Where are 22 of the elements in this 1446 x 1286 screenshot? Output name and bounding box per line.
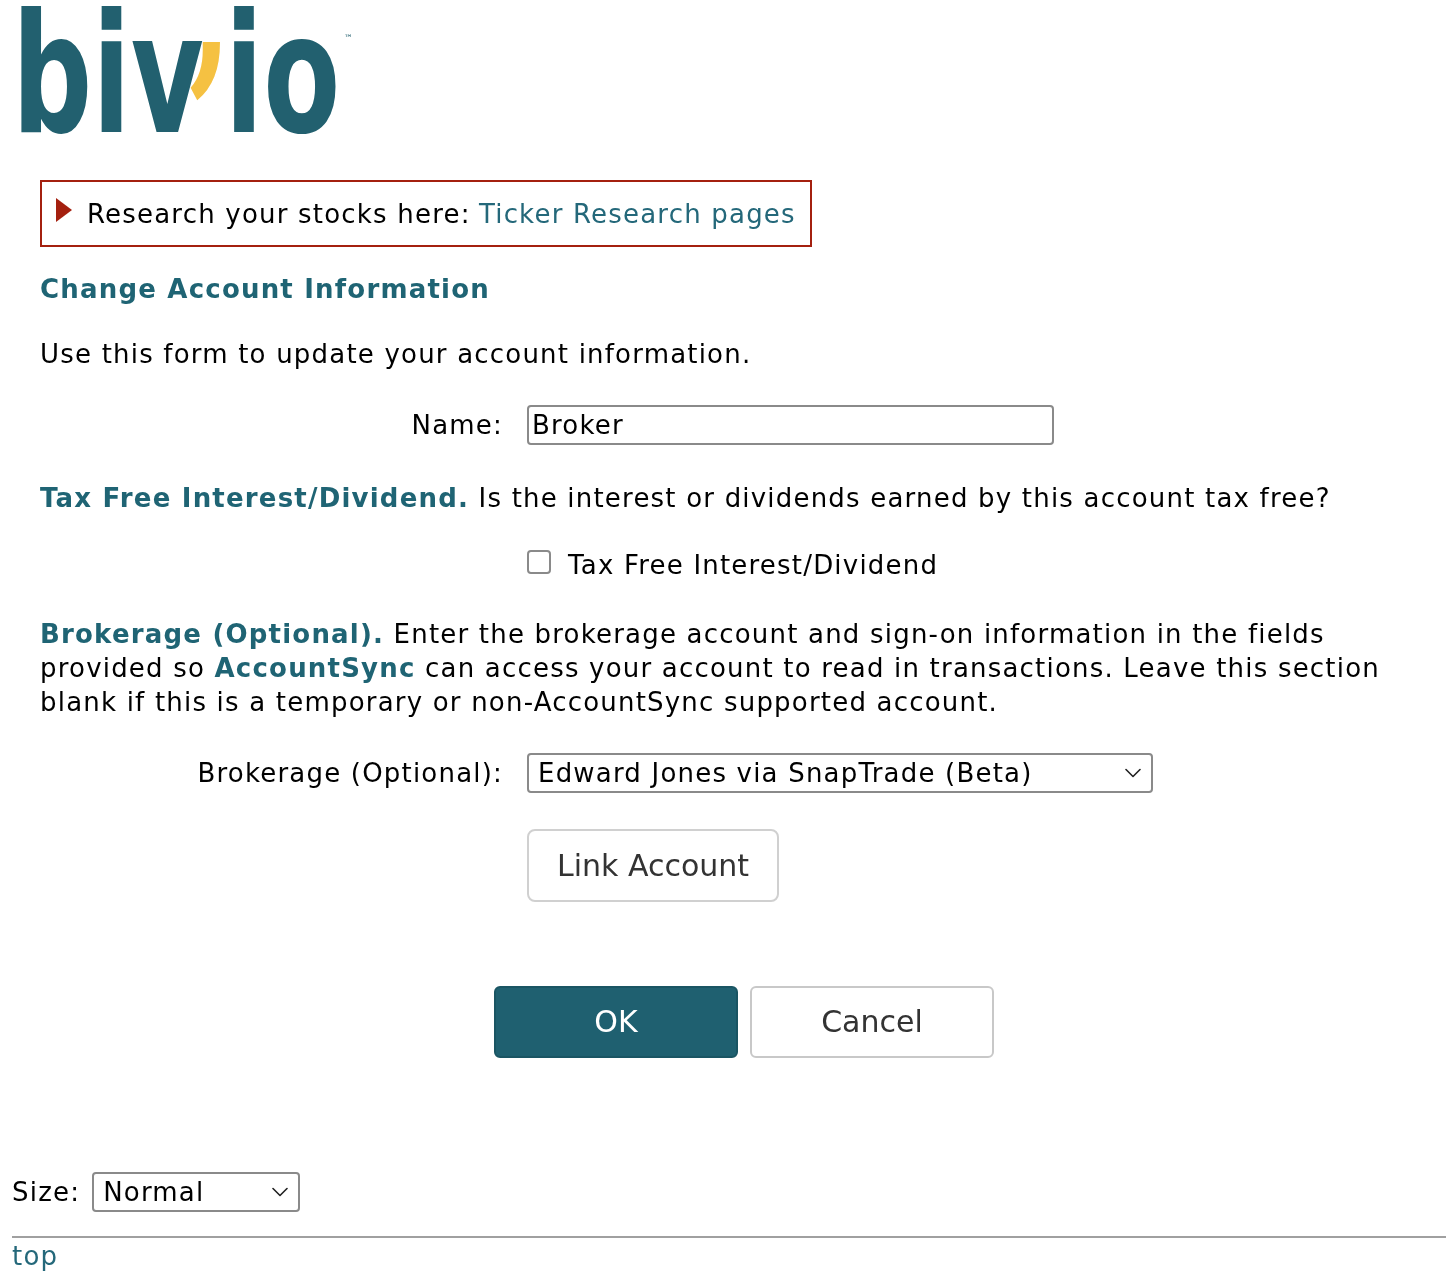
tax-free-description: Tax Free Interest/Dividend. Is the interest or dividends earned by this account tax free?: [40, 482, 1331, 515]
triangle-icon: [56, 198, 72, 222]
brokerage-label: Brokerage (Optional):: [196, 757, 503, 790]
tax-free-checkbox-label: Tax Free Interest/Dividend: [568, 549, 939, 582]
trademark-sign: ™: [344, 34, 353, 43]
intro-text: Use this form to update your account information.: [40, 338, 752, 371]
top-link[interactable]: top: [12, 1239, 59, 1273]
chevron-down-icon: [1125, 768, 1141, 778]
name-label: Name:: [410, 409, 503, 442]
name-input[interactable]: Broker: [527, 405, 1054, 445]
tax-free-checkbox[interactable]: [527, 549, 551, 574]
link-account-button[interactable]: Link Account: [527, 829, 779, 902]
cancel-button[interactable]: Cancel: [750, 986, 994, 1058]
brokerage-select[interactable]: Edward Jones via SnapTrade (Beta): [527, 753, 1153, 793]
size-select[interactable]: Normal: [92, 1172, 301, 1212]
chevron-down-icon: [272, 1187, 289, 1197]
brokerage-description: Brokerage (Optional). Enter the brokerage account and sign-on information in the fields provided so AccountSync can access your account to read in transactions. Leave this section blank if this is a temporary or non-AccountSync supported account.: [40, 618, 1381, 719]
ok-button[interactable]: OK: [494, 986, 738, 1058]
notice-text: Research your stocks here: Ticker Research pages: [87, 197, 796, 231]
size-label: Size:: [12, 1176, 81, 1209]
page-heading: Change Account Information: [40, 273, 490, 306]
ticker-research-link[interactable]: Ticker Research pages: [478, 198, 796, 229]
